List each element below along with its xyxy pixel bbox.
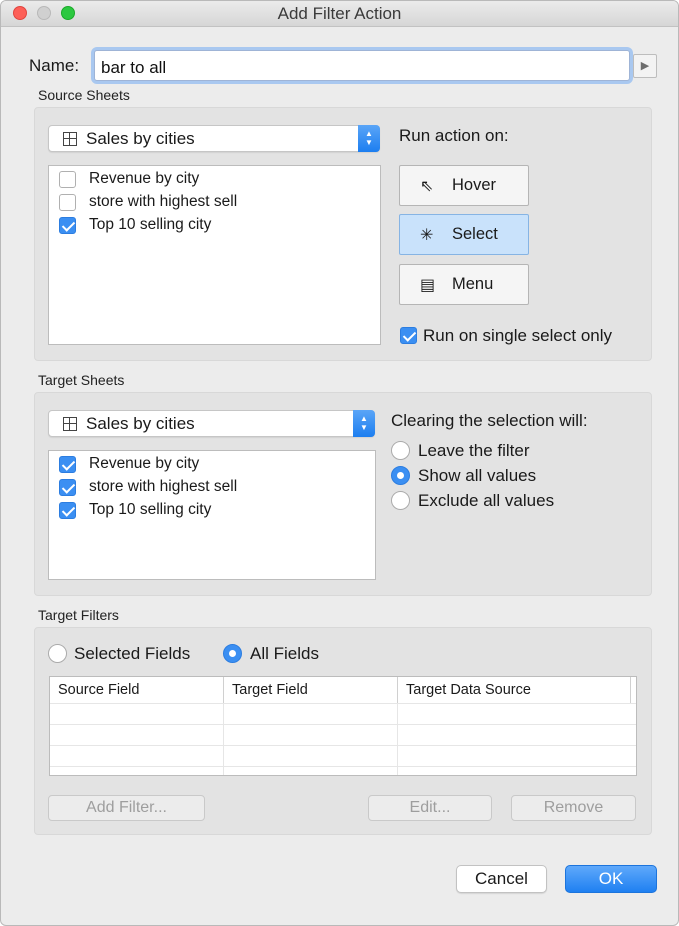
single-select-label: Run on single select only: [423, 326, 613, 345]
target-dropdown-value: Sales by cities: [86, 414, 195, 433]
source-sheet-checkbox[interactable]: [59, 217, 76, 234]
table-row: [50, 766, 636, 775]
exclude-all-values-label: Exclude all values: [418, 491, 555, 510]
single-select-checkbox[interactable]: [400, 327, 417, 344]
target-sheet-checkbox[interactable]: [59, 456, 76, 473]
single-select-option[interactable]: Run on single select only: [400, 326, 650, 348]
selected-fields-radio[interactable]: [48, 644, 67, 663]
menu-cursor-icon: ▤: [420, 277, 436, 294]
source-sheet-label: store with highest sell: [89, 193, 238, 210]
selected-fields-option[interactable]: Selected Fields: [48, 643, 208, 665]
menu-button-label: Menu: [452, 275, 494, 293]
title-bar: Add Filter Action: [1, 1, 678, 27]
dropdown-stepper-icon: ▲ ▼: [353, 410, 375, 437]
table-row: [50, 724, 636, 745]
hover-button[interactable]: ⇖ Hover: [399, 165, 529, 206]
target-sheet-checkbox[interactable]: [59, 502, 76, 519]
name-input[interactable]: bar to all: [94, 50, 630, 81]
dropdown-stepper-icon: ▲ ▼: [358, 125, 380, 152]
ok-button[interactable]: OK: [565, 865, 657, 893]
worksheet-grid-icon: [63, 417, 77, 431]
all-fields-option[interactable]: All Fields: [223, 643, 343, 665]
show-all-values-option[interactable]: Show all values: [391, 465, 621, 487]
table-row: [50, 703, 636, 724]
hover-button-label: Hover: [452, 176, 497, 194]
source-sheet-dropdown[interactable]: Sales by cities ▲ ▼: [48, 125, 380, 152]
remove-filter-button[interactable]: Remove: [511, 795, 636, 821]
exclude-all-values-option[interactable]: Exclude all values: [391, 490, 621, 512]
all-fields-radio[interactable]: [223, 644, 242, 663]
run-action-on-label: Run action on:: [399, 126, 509, 145]
exclude-all-values-radio[interactable]: [391, 491, 410, 510]
name-insert-arrow-button[interactable]: ▶: [633, 54, 657, 78]
source-sheets-heading: Source Sheets: [38, 87, 130, 103]
click-cursor-icon: ✳: [420, 227, 434, 244]
source-sheet-checkbox[interactable]: [59, 194, 76, 211]
name-label: Name:: [29, 56, 80, 75]
window-title: Add Filter Action: [277, 4, 402, 23]
edit-filter-button[interactable]: Edit...: [368, 795, 492, 821]
filter-fields-table: Source Field Target Field Target Data So…: [49, 676, 637, 776]
source-sheet-label: Top 10 selling city: [89, 216, 212, 233]
column-header-target-field[interactable]: Target Field: [224, 677, 398, 703]
show-all-values-radio[interactable]: [391, 466, 410, 485]
target-sheets-heading: Target Sheets: [38, 372, 125, 388]
target-sheet-label: Revenue by city: [89, 455, 200, 472]
target-sheet-dropdown[interactable]: Sales by cities ▲ ▼: [48, 410, 375, 437]
target-sheet-checkbox[interactable]: [59, 479, 76, 496]
play-arrow-icon: ▶: [640, 60, 650, 72]
clearing-selection-label: Clearing the selection will:: [391, 411, 588, 430]
pointer-cursor-icon: ⇖: [420, 178, 434, 195]
table-row: [50, 745, 636, 766]
column-header-source-field[interactable]: Source Field: [50, 677, 224, 703]
column-header-target-data-source[interactable]: Target Data Source: [398, 677, 631, 703]
menu-button[interactable]: ▤ Menu: [399, 264, 529, 305]
leave-filter-radio[interactable]: [391, 441, 410, 460]
source-sheet-label: Revenue by city: [89, 170, 200, 187]
select-button-label: Select: [452, 225, 498, 243]
add-filter-action-dialog: Add Filter Action Name: bar to all ▶ Sou…: [0, 0, 679, 926]
leave-filter-label: Leave the filter: [418, 441, 530, 460]
target-sheets-list: Revenue by city store with highest sell …: [48, 450, 376, 580]
source-sheet-checkbox[interactable]: [59, 171, 76, 188]
source-sheets-list: Revenue by city store with highest sell …: [48, 165, 381, 345]
source-dropdown-value: Sales by cities: [86, 129, 195, 148]
show-all-values-label: Show all values: [418, 466, 537, 485]
select-button[interactable]: ✳ Select: [399, 214, 529, 255]
target-filters-heading: Target Filters: [38, 607, 119, 623]
target-sheet-label: Top 10 selling city: [89, 501, 212, 518]
all-fields-label: All Fields: [250, 644, 319, 663]
worksheet-grid-icon: [63, 132, 77, 146]
leave-filter-option[interactable]: Leave the filter: [391, 440, 621, 462]
add-filter-button[interactable]: Add Filter...: [48, 795, 205, 821]
selected-fields-label: Selected Fields: [74, 644, 191, 663]
cancel-button[interactable]: Cancel: [456, 865, 547, 893]
target-sheet-label: store with highest sell: [89, 478, 238, 495]
